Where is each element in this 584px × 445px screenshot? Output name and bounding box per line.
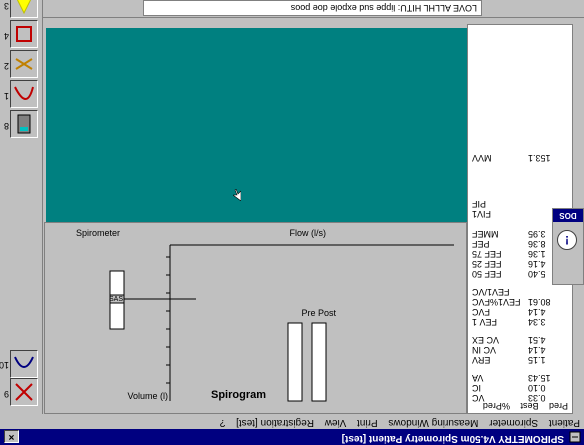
- toolbar-label-9: 9: [3, 389, 9, 399]
- reference-icon: [16, 0, 32, 15]
- spirogram-panel: Volume (l) Flow (l/s) Pre Post Spirogram…: [44, 222, 467, 414]
- result-value: 4.16: [528, 259, 546, 269]
- flow-volume-icon: [14, 86, 34, 100]
- result-label: FEF 75: [472, 249, 502, 259]
- dos-popup[interactable]: ! DOS: [552, 208, 584, 285]
- result-label: ERV: [472, 355, 491, 365]
- result-label: MMEF: [472, 229, 499, 239]
- volume-box-text: SAS: [108, 296, 123, 303]
- menu-registration[interactable]: Registration [test]: [232, 417, 318, 429]
- result-label: PIF: [472, 199, 487, 209]
- menu-print[interactable]: Print: [353, 417, 382, 429]
- curve-tool-button[interactable]: [10, 350, 38, 378]
- calculator-icon: [17, 114, 31, 134]
- tool-sidebar: 9 10 8 1 2: [0, 0, 43, 414]
- result-value: 15.43: [528, 373, 551, 383]
- compare-button[interactable]: [10, 50, 38, 78]
- result-value: 4.51: [528, 335, 546, 345]
- result-value: 0.10: [528, 383, 546, 393]
- result-row: FEV 1 3.34: [472, 317, 568, 327]
- curve-icon: [14, 356, 34, 368]
- mouse-cursor-icon: [233, 189, 241, 201]
- window-title: SPIROMETRY V4.50m Spirometry Patient [te…: [341, 433, 564, 444]
- title-bar: SPIROMETRY V4.50m Spirometry Patient [te…: [0, 429, 584, 445]
- result-value: 0.33: [528, 393, 546, 403]
- close-button[interactable]: ×: [4, 430, 19, 443]
- result-value: 80.61: [528, 297, 551, 307]
- flow-volume-button[interactable]: [10, 80, 38, 108]
- result-row: FVC 4.14: [472, 307, 568, 317]
- result-label: FEV 1: [472, 317, 498, 327]
- volume-ticks: [166, 256, 170, 384]
- result-label: FEF 25: [472, 259, 502, 269]
- pre-bar: [311, 322, 327, 402]
- status-message: LOVE ALLHL HITU: lippe sud expole doe po…: [143, 0, 482, 16]
- menu-spirometer[interactable]: Spirometer: [485, 417, 542, 429]
- spirometer-icon: [15, 383, 33, 401]
- result-label: VC IN: [472, 345, 497, 355]
- measurement-button[interactable]: [10, 20, 38, 48]
- result-value: 153.1: [528, 153, 551, 163]
- toolbar-label-10: 10: [0, 360, 9, 370]
- toolbar-label-2: 2: [3, 61, 9, 71]
- result-label: VA: [472, 373, 484, 383]
- spirogram-chart: [109, 244, 454, 402]
- toolbar-label-3: 3: [3, 1, 9, 11]
- info-icon: !: [557, 230, 577, 250]
- toolbar-label-4: 4: [3, 31, 9, 41]
- result-row: VC EX 4.51: [472, 335, 568, 345]
- menu-measuring-windows[interactable]: Measuring Windows: [384, 417, 482, 429]
- spirogram-title: Spirogram: [210, 389, 266, 401]
- result-row: VA 15.43: [472, 373, 568, 383]
- result-label: FEV1%FVC: [472, 297, 521, 307]
- result-label: FEV1/VC: [472, 287, 510, 297]
- app-icon: [569, 431, 581, 443]
- result-row: FEV1%FVC 80.61: [472, 297, 568, 307]
- menu-patient[interactable]: Patient: [545, 417, 584, 429]
- result-label: FIV1: [472, 209, 492, 219]
- result-label: VC: [472, 393, 485, 403]
- result-label: FVC: [472, 307, 490, 317]
- flow-label: Flow (l/s): [289, 228, 327, 238]
- compare-icon: [15, 58, 33, 70]
- result-value: 3.95: [528, 229, 546, 239]
- result-label: PEF: [472, 239, 490, 249]
- popup-header: DOS: [553, 209, 583, 222]
- result-value: 1.36: [528, 249, 546, 259]
- result-row: VC IN 4.14: [472, 345, 568, 355]
- measurement-icon: [16, 26, 32, 42]
- result-row: VC 0.33: [472, 393, 568, 403]
- calculator-button[interactable]: [10, 110, 38, 138]
- result-label: MVV: [472, 153, 492, 163]
- volume-axis-label: Volume (l): [127, 391, 168, 401]
- result-label: FEF 50: [472, 269, 502, 279]
- spirometer-tool-button[interactable]: [10, 378, 38, 406]
- result-value: 1.15: [528, 355, 546, 365]
- menu-bar: Patient Spirometer Measuring Windows Pri…: [0, 414, 584, 429]
- result-row: FEV1/VC: [472, 287, 568, 297]
- status-bar: LOVE ALLHL HITU: lippe sud expole doe po…: [43, 0, 584, 18]
- pre-post-label: Pre Post: [301, 308, 336, 318]
- toolbar-label-1: 1: [3, 91, 9, 101]
- result-row: MVV 153.1: [472, 153, 568, 163]
- reference-button[interactable]: [10, 0, 38, 18]
- result-value: 4.14: [528, 345, 546, 355]
- result-value: 4.14: [528, 307, 546, 317]
- post-bar: [287, 322, 303, 402]
- menu-help[interactable]: ?: [216, 417, 230, 429]
- result-label: VC EX: [472, 335, 500, 345]
- result-value: 5.40: [528, 269, 546, 279]
- top-left-label: Spirometer: [75, 228, 120, 238]
- result-row: ERV 1.15: [472, 355, 568, 365]
- result-value: 3.34: [528, 317, 546, 327]
- menu-view[interactable]: View: [321, 417, 351, 429]
- result-value: 8.36: [528, 239, 546, 249]
- toolbar-label-8: 8: [3, 121, 9, 131]
- result-label: IC: [472, 383, 481, 393]
- result-row: IC 0.10: [472, 383, 568, 393]
